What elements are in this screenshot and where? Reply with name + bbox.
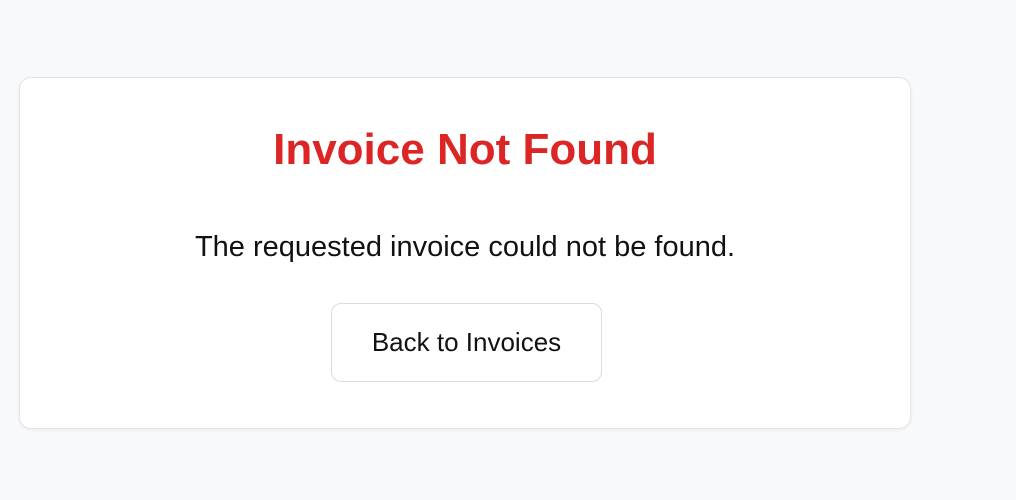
error-card: Invoice Not Found The requested invoice … <box>19 77 911 429</box>
back-to-invoices-button[interactable]: Back to Invoices <box>331 303 602 382</box>
error-message: The requested invoice could not be found… <box>194 231 736 263</box>
error-title: Invoice Not Found <box>273 125 657 174</box>
